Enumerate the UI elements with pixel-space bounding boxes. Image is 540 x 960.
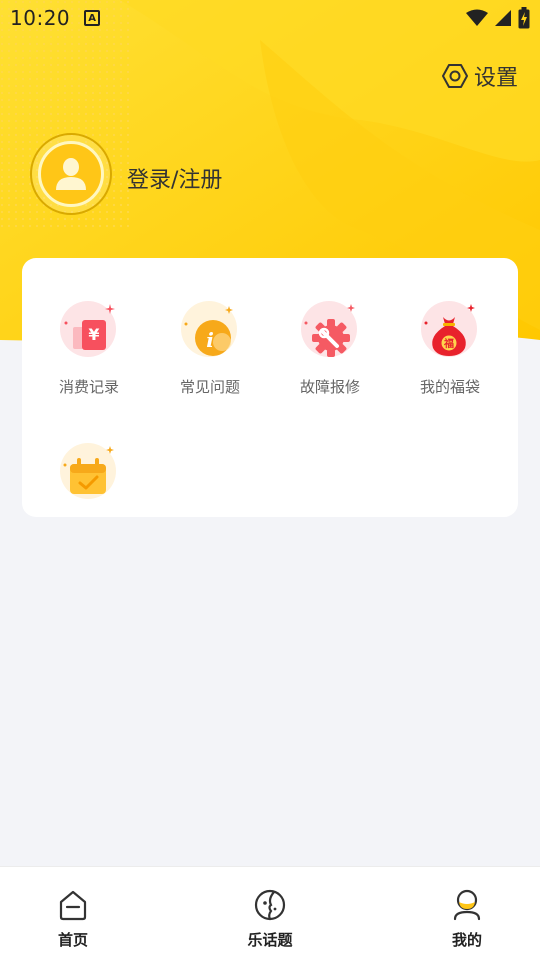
signal-icon bbox=[495, 10, 511, 26]
menu-item-faq[interactable]: i 常见问题 bbox=[155, 300, 265, 397]
battery-icon bbox=[518, 7, 530, 29]
menu-item-calendar-check[interactable] bbox=[34, 442, 144, 500]
settings-button[interactable]: 设置 bbox=[441, 60, 518, 92]
faq-icon: i bbox=[181, 300, 239, 358]
nav-item-profile[interactable]: 我的 bbox=[417, 887, 517, 950]
nav-label: 乐话题 bbox=[247, 931, 293, 949]
settings-icon bbox=[441, 64, 468, 88]
bottom-navigation: 首页 乐话题 我的 bbox=[0, 866, 540, 960]
topic-icon bbox=[220, 887, 320, 923]
user-silhouette-icon bbox=[56, 158, 86, 190]
service-menu-card: ¥ 消费记录 i 常见问题 故障报修 福 我的福袋 bbox=[22, 258, 518, 517]
nav-item-topic[interactable]: 乐话题 bbox=[220, 887, 320, 950]
status-indicators bbox=[466, 7, 530, 29]
menu-item-label: 消费记录 bbox=[58, 378, 119, 396]
profile-icon bbox=[417, 887, 517, 923]
calendar-check-icon bbox=[60, 442, 118, 500]
settings-label: 设置 bbox=[473, 66, 518, 91]
menu-item-label: 常见问题 bbox=[179, 378, 240, 396]
repair-icon bbox=[301, 300, 359, 358]
menu-item-label: 故障报修 bbox=[299, 378, 360, 396]
nav-item-home[interactable]: 首页 bbox=[23, 887, 123, 950]
menu-item-repair[interactable]: 故障报修 bbox=[275, 300, 385, 397]
notification-icon: A bbox=[84, 10, 101, 26]
consumption-record-icon: ¥ bbox=[60, 300, 118, 358]
menu-item-consumption-record[interactable]: ¥ 消费记录 bbox=[34, 300, 144, 397]
status-time: 10:20 bbox=[10, 6, 71, 30]
status-bar: 10:20 A bbox=[0, 0, 540, 36]
wifi-icon bbox=[466, 9, 488, 26]
menu-item-label: 我的福袋 bbox=[419, 378, 480, 396]
svg-text:¥: ¥ bbox=[88, 325, 99, 344]
login-register-link[interactable]: 登录/注册 bbox=[127, 162, 222, 194]
svg-text:福: 福 bbox=[443, 337, 454, 350]
nav-label: 我的 bbox=[451, 931, 482, 949]
avatar[interactable] bbox=[30, 133, 112, 215]
nav-label: 首页 bbox=[57, 931, 88, 949]
menu-item-lucky-bag[interactable]: 福 我的福袋 bbox=[395, 300, 505, 397]
avatar-circle bbox=[38, 141, 104, 207]
lucky-bag-icon: 福 bbox=[421, 300, 479, 358]
home-icon bbox=[23, 887, 123, 923]
svg-text:i: i bbox=[206, 328, 214, 352]
